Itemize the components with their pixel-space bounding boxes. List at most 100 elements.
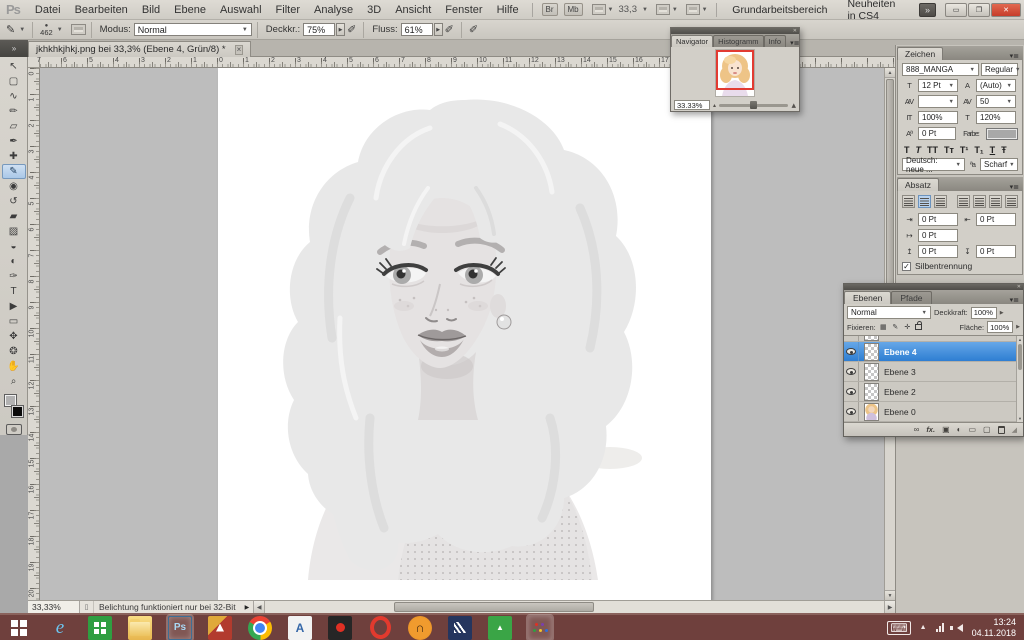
blend-mode-select[interactable]: Normal▼: [134, 23, 252, 36]
photoshop[interactable]: [168, 616, 192, 640]
flow-input[interactable]: 61%: [401, 23, 433, 36]
panel-menu-icon[interactable]: ▾≣: [1006, 52, 1023, 60]
close-icon[interactable]: ×: [235, 45, 244, 55]
menu-hilfe[interactable]: Hilfe: [490, 4, 526, 16]
crop-tool[interactable]: ▱: [2, 119, 26, 134]
lock-all-button[interactable]: [915, 324, 922, 330]
tab-info[interactable]: Info: [764, 35, 787, 47]
tray-expand-icon[interactable]: ▲: [920, 624, 927, 631]
video-app[interactable]: [448, 616, 472, 640]
font-style-select[interactable]: Regular▼: [981, 63, 1018, 76]
status-options-button[interactable]: ▶: [241, 601, 255, 613]
notes-app[interactable]: [288, 616, 312, 640]
opera[interactable]: [368, 616, 392, 640]
kerning-select[interactable]: ▼: [918, 95, 958, 108]
hyphenation-checkbox[interactable]: ✓: [902, 262, 911, 271]
restore-button[interactable]: ❐: [968, 3, 990, 17]
style-underline[interactable]: T: [990, 145, 996, 155]
fill-slider-icon[interactable]: ▶: [1016, 324, 1020, 330]
text-color-swatch[interactable]: [986, 128, 1018, 140]
canvas-horizontal-scrollbar[interactable]: ◀ ▶: [254, 601, 895, 613]
history-brush-tool[interactable]: ↺: [2, 194, 26, 209]
link-layers-button[interactable]: ∞: [914, 425, 920, 435]
navigator-thumbnail[interactable]: [715, 49, 755, 97]
zoom-tool[interactable]: ⌕: [2, 374, 26, 389]
hand-tool[interactable]: ✋: [2, 359, 26, 374]
indent-right-input[interactable]: 0 Pt: [976, 213, 1016, 226]
horizontal-scale-input[interactable]: 120%: [976, 111, 1016, 124]
tab-navigator[interactable]: Navigator: [671, 35, 713, 47]
quick-selection-tool[interactable]: ✏: [2, 104, 26, 119]
anti-alias-select[interactable]: Scharf▼: [980, 158, 1018, 171]
visibility-toggle[interactable]: [844, 382, 859, 401]
zoom-level-control[interactable]: 33,3: [618, 4, 637, 15]
zoom-level-input[interactable]: 33,33%: [28, 601, 80, 613]
style-all-caps[interactable]: TT: [927, 145, 938, 155]
shape-tool[interactable]: ▭: [2, 314, 26, 329]
toolbar-collapse-button[interactable]: »: [0, 40, 28, 57]
bridge-button[interactable]: Br: [542, 3, 558, 16]
close-button[interactable]: ✕: [991, 3, 1021, 17]
navigator-view-proxy[interactable]: [716, 50, 754, 90]
workspace-switcher[interactable]: Grundarbeitsbereich: [732, 4, 827, 16]
internet-explorer[interactable]: [48, 616, 72, 640]
menu-datei[interactable]: Datei: [28, 4, 68, 16]
style-small-caps[interactable]: Tᴛ: [944, 145, 954, 155]
close-icon[interactable]: ✕: [1017, 285, 1023, 290]
lock-transparency-button[interactable]: ▦: [879, 323, 888, 331]
music-app[interactable]: [408, 616, 432, 640]
menu-ansicht[interactable]: Ansicht: [388, 4, 438, 16]
baseline-shift-input[interactable]: 0 Pt: [918, 127, 956, 140]
view-extras-icon[interactable]: [656, 4, 670, 15]
language-select[interactable]: Deutsch: neue ...▼: [902, 158, 965, 171]
minimize-button[interactable]: ▭: [945, 3, 967, 17]
zoom-out-icon[interactable]: ▴: [713, 102, 716, 109]
screen-mode-icon[interactable]: [686, 4, 700, 15]
panel-resize-grip[interactable]: ◢: [1012, 426, 1017, 434]
clone-stamp-tool[interactable]: ◉: [2, 179, 26, 194]
font-size-select[interactable]: 12 Pt▼: [918, 79, 958, 92]
document-canvas[interactable]: [218, 68, 711, 600]
menu-bild[interactable]: Bild: [135, 4, 167, 16]
scroll-up-icon[interactable]: ▲: [1017, 336, 1023, 343]
layer-row[interactable]: Ebene 2: [844, 382, 1016, 402]
layer-row[interactable]: Ebene 0: [844, 402, 1016, 422]
taskbar-clock[interactable]: 13:24 04.11.2018: [972, 617, 1016, 639]
move-tool[interactable]: ↖: [2, 59, 26, 74]
start-button[interactable]: [8, 616, 32, 640]
marquee-tool[interactable]: ▢: [2, 74, 26, 89]
layer-fill-input[interactable]: 100%: [987, 321, 1013, 333]
layer-mask-button[interactable]: ▣: [942, 425, 950, 435]
whats-new-menu[interactable]: Neuheiten in CS4: [847, 0, 901, 22]
justify-last-right-button[interactable]: [989, 195, 1002, 208]
visibility-toggle[interactable]: [844, 336, 859, 341]
visibility-toggle[interactable]: [844, 402, 859, 421]
airbrush-toggle-icon[interactable]: ✐: [445, 23, 454, 36]
dodge-tool[interactable]: ◐: [2, 254, 26, 269]
style-superscript[interactable]: T¹: [960, 145, 969, 155]
pen-tool[interactable]: ✑: [2, 269, 26, 284]
lock-pixels-button[interactable]: ✎: [891, 323, 900, 331]
scroll-left-icon[interactable]: ◀: [254, 601, 265, 613]
menu-bearbeiten[interactable]: Bearbeiten: [68, 4, 135, 16]
menu-auswahl[interactable]: Auswahl: [213, 4, 269, 16]
volume-icon[interactable]: [953, 624, 963, 632]
tab-ebenen[interactable]: Ebenen: [844, 291, 891, 304]
lock-position-button[interactable]: ✛: [903, 323, 912, 331]
image-app[interactable]: [488, 616, 512, 640]
layer-group-button[interactable]: ▭: [968, 425, 976, 435]
keyboard-icon[interactable]: ⌨: [887, 621, 910, 635]
tab-pfade[interactable]: Pfade: [891, 291, 931, 304]
justify-all-button[interactable]: [1005, 195, 1018, 208]
style-faux-bold[interactable]: T: [904, 145, 910, 155]
chrome[interactable]: [248, 616, 272, 640]
brush-tool-icon[interactable]: ✎: [6, 23, 15, 36]
canvas-workspace[interactable]: [40, 68, 884, 600]
tab-zeichen[interactable]: Zeichen: [897, 47, 943, 60]
style-strikethrough[interactable]: Ŧ: [1001, 145, 1007, 155]
healing-brush-tool[interactable]: ✚: [2, 149, 26, 164]
network-signal-icon[interactable]: [936, 623, 944, 632]
eyedropper-tool[interactable]: ✒: [2, 134, 26, 149]
justify-last-left-button[interactable]: [957, 195, 970, 208]
document-tab[interactable]: jkhkhkjhkj.png bei 33,3% (Ebene 4, Grün/…: [28, 41, 251, 57]
